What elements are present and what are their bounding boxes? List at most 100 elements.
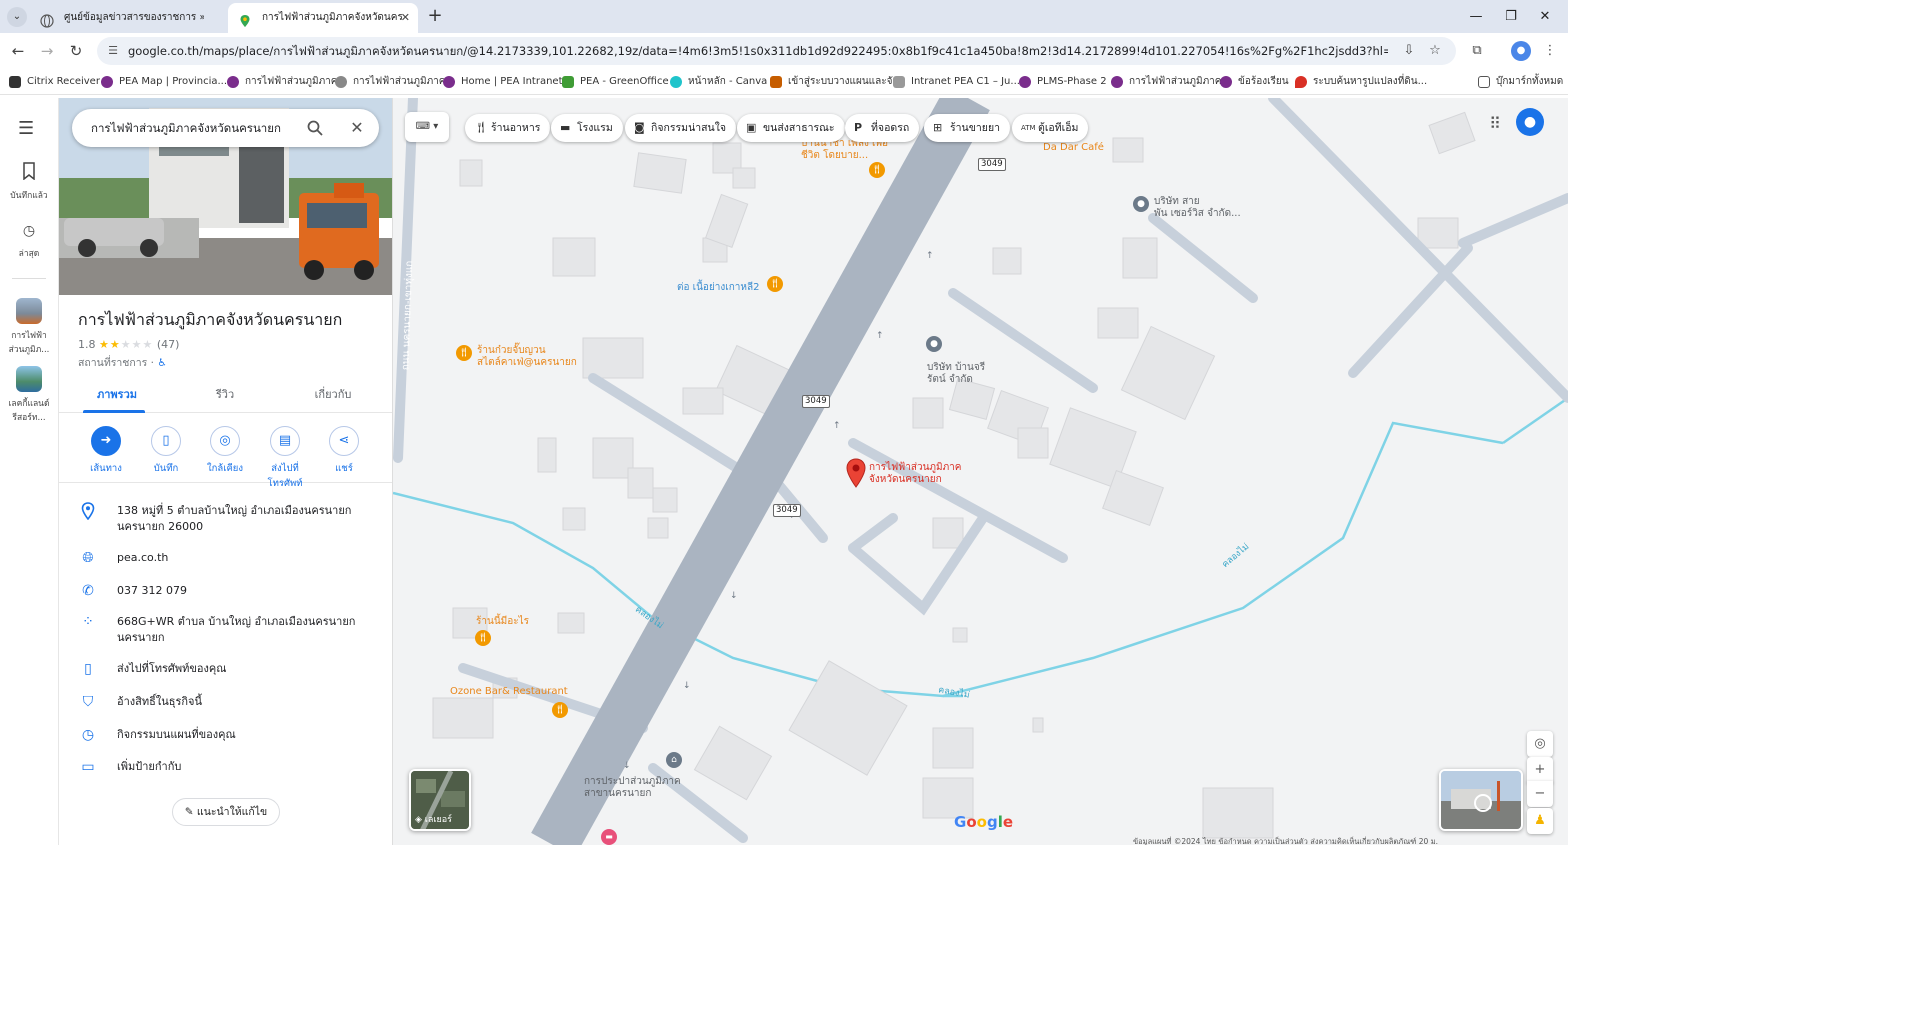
tab-about[interactable]: เกี่ยวกับ <box>278 385 388 403</box>
close-icon[interactable]: ✕ <box>401 3 410 33</box>
address-bar[interactable]: ☰ google.co.th/maps/place/การไฟฟ้าส่วนภู… <box>97 37 1456 65</box>
government-building-icon[interactable]: ⌂ <box>666 752 682 768</box>
tab-title: การไฟฟ้าส่วนภูมิภาคจังหวัดนครนายก <box>262 12 402 23</box>
profile-avatar[interactable]: ● <box>1511 41 1531 61</box>
action-buttons: ➜ เส้นทาง ▯ บันทึก ◎ ใกล้เคียง ▤ ส่งไปที… <box>59 423 392 489</box>
tab-overview[interactable]: ภาพรวม <box>62 385 172 403</box>
bookmark-star-icon[interactable]: ☆ <box>1426 42 1444 60</box>
extensions-icon[interactable]: ⧉ <box>1467 41 1487 61</box>
google-apps-icon[interactable]: ⠿ <box>1485 114 1505 134</box>
place-thumbnail <box>16 298 42 324</box>
bookmark-icon <box>893 76 905 88</box>
restaurant-icon[interactable]: 🍴︎ <box>869 162 885 178</box>
place-title: การไฟฟ้าส่วนภูมิภาคจังหวัดนครนายก <box>78 310 343 329</box>
bookmark-item[interactable]: การไฟฟ้าส่วนภูมิภาค <box>227 74 337 90</box>
chip-attractions[interactable]: ◙ กิจกรรมน่าสนใจ <box>625 114 737 142</box>
send-to-phone-button[interactable]: ▤ ส่งไปที่โทรศัพท์ <box>255 423 315 491</box>
poi-dadar-cafe[interactable]: Da Dar Café <box>1043 142 1104 154</box>
site-info-icon[interactable]: ☰ <box>105 43 121 59</box>
browser-toolbar: ← → ↻ ☰ google.co.th/maps/place/การไฟฟ้า… <box>0 33 1568 69</box>
layers-button[interactable]: ◈ เลเยอร์ <box>409 769 471 831</box>
my-location-button[interactable]: ◎ <box>1527 731 1553 757</box>
bookmark-item[interactable]: Intranet PEA C1 – Ju... <box>893 74 1020 90</box>
bookmark-item[interactable]: Home | PEA Intranet <box>443 74 562 90</box>
selected-place-label[interactable]: การไฟฟ้าส่วนภูมิภาค จังหวัดนครนายก <box>869 462 961 486</box>
restaurant-icon[interactable]: 🍴︎ <box>475 630 491 646</box>
tab-search-button[interactable]: ⌄ <box>7 7 27 27</box>
poi-company-2[interactable]: บริษัท บ้านจรี รัตน์ จำกัด <box>927 362 985 386</box>
rail-saved[interactable]: บันทึกแล้ว <box>4 162 54 202</box>
bookmark-item[interactable]: ระบบค้นหารูปแปลงที่ดิน... <box>1295 74 1427 90</box>
pegman-icon[interactable]: ♟ <box>1527 808 1553 834</box>
restaurant-icon[interactable]: 🍴︎ <box>552 702 568 718</box>
bookmark-item[interactable]: ข้อร้องเรียน <box>1220 74 1289 90</box>
chip-hotels[interactable]: ▬ โรงแรม <box>551 114 623 142</box>
rating-stars-icon: ★★★★★ <box>99 338 154 351</box>
reload-button[interactable]: ↻ <box>66 41 86 61</box>
suggest-edit-button[interactable]: ✎ แนะนำให้แก้ไข <box>172 798 280 826</box>
account-avatar[interactable]: ● <box>1516 108 1544 136</box>
review-count[interactable]: (47) <box>157 338 180 351</box>
poi-ozone-bar[interactable]: Ozone Bar& Restaurant <box>450 686 568 698</box>
save-button[interactable]: ▯ บันทึก <box>136 423 196 476</box>
back-button[interactable]: ← <box>8 41 28 61</box>
hamburger-menu-icon[interactable]: ☰ <box>18 118 34 139</box>
restaurant-icon[interactable]: 🍴︎ <box>456 345 472 361</box>
phone-send-icon: ▤ <box>270 426 300 456</box>
search-box[interactable]: การไฟฟ้าส่วนภูมิภาคจังหวัดนครนายก ✕ <box>72 109 379 147</box>
input-tools-button[interactable]: ⌨ ▾ <box>405 112 449 142</box>
menu-kebab-icon[interactable]: ⋮ <box>1540 41 1560 61</box>
tab-reviews[interactable]: รีวิว <box>170 385 280 403</box>
globe-icon <box>40 11 54 28</box>
bookmark-item[interactable]: การไฟฟ้าส่วนภูมิภาค <box>1111 74 1221 90</box>
browser-tab-1[interactable]: ศูนย์ข้อมูลข่าวสารของราชการ » PEA <box>30 3 226 33</box>
maps-app: ☰ บันทึกแล้ว ◷ ล่าสุด การไฟฟ้า ส่วนภูมิภ… <box>0 98 1568 845</box>
chip-parking[interactable]: P ที่จอดรถ <box>845 114 920 142</box>
zoom-in-button[interactable]: + <box>1527 757 1553 783</box>
bookmark-item[interactable]: PEA Map | Provincia... <box>101 74 227 90</box>
install-app-icon[interactable]: ⇩ <box>1400 42 1418 60</box>
chip-atm[interactable]: ATM ตู้เอทีเอ็ม <box>1012 114 1089 142</box>
poi-company-1[interactable]: บริษัท สาย พัน เซอร์วิส จำกัด... <box>1154 196 1241 220</box>
poi-eatery[interactable]: ร้านนี้มีอะไร <box>476 616 529 628</box>
poi-korean-bbq[interactable]: ต่อ เนื้อย่างเกาหลี2 <box>677 282 759 294</box>
street-view-thumbnail[interactable] <box>1439 769 1523 831</box>
share-button[interactable]: ⋖ แชร์ <box>314 423 374 476</box>
chip-pharmacy[interactable]: ⊞ ร้านขายยา <box>924 114 1010 142</box>
restaurant-icon[interactable]: 🍴︎ <box>767 276 783 292</box>
zoom-out-button[interactable]: − <box>1527 781 1553 807</box>
bookmark-icon <box>1220 76 1232 88</box>
chip-restaurants[interactable]: 🍴︎ ร้านอาหาร <box>465 114 551 142</box>
poi-waterworks[interactable]: การประปาส่วนภูมิภาค สาขานครนายก <box>584 776 681 800</box>
nearby-button[interactable]: ◎ ใกล้เคียง <box>195 423 255 476</box>
bookmark-item[interactable]: PEA - GreenOffice <box>562 74 669 90</box>
directions-button[interactable]: ➜ เส้นทาง <box>76 423 136 476</box>
business-pin-icon[interactable]: ● <box>1133 196 1149 212</box>
bookmark-item[interactable]: PLMS-Phase 2 <box>1019 74 1107 90</box>
phone-number[interactable]: 037 312 079 <box>117 583 379 599</box>
browser-tab-2[interactable]: การไฟฟ้าส่วนภูมิภาคจังหวัดนครนายก ✕ <box>228 3 418 33</box>
window-close-button[interactable]: ✕ <box>1522 0 1568 33</box>
forward-button[interactable]: → <box>37 41 57 61</box>
poi-noodle-cafe[interactable]: ร้านก๋วยจั๊บญวน สไตล์คาเฟ่@นครนายก <box>477 345 577 369</box>
bookmark-item[interactable]: เข้าสู่ระบบวางแผนและจั... <box>770 74 902 90</box>
bookmark-item[interactable]: การไฟฟ้าส่วนภูมิภาค <box>335 74 445 90</box>
chip-transit[interactable]: ▣ ขนส่งสาธารณะ <box>737 114 845 142</box>
business-pin-icon[interactable]: ● <box>926 336 942 352</box>
rail-recent[interactable]: ◷ ล่าสุด <box>4 220 54 260</box>
bookmark-item[interactable]: Citrix Receiver <box>9 74 100 90</box>
search-icon[interactable] <box>303 116 327 140</box>
search-input[interactable]: การไฟฟ้าส่วนภูมิภาคจังหวัดนครนายก <box>91 120 281 138</box>
clear-search-icon[interactable]: ✕ <box>345 116 369 140</box>
all-bookmarks[interactable]: บุ๊กมาร์กทั้งหมด <box>1478 74 1563 90</box>
new-tab-button[interactable]: + <box>425 5 445 27</box>
place-photo[interactable]: การไฟฟ้าส่วนภูมิภาคจังหวัดนครนายก ✕ <box>59 98 392 295</box>
bookmark-item[interactable]: หน้าหลัก - Canva <box>670 74 767 90</box>
map-canvas[interactable]: ↑ ↑ ↑ ↑ ↓ ↓ ↓ 3049 3049 3049 ถนน นครนายก… <box>393 98 1568 845</box>
hotel-icon[interactable]: ▬ <box>601 829 617 845</box>
directions-icon: ➜ <box>91 426 121 456</box>
recent-place-1[interactable]: การไฟฟ้า ส่วนภูมิภ... <box>4 298 54 356</box>
rating-row[interactable]: 1.8 ★★★★★ (47) <box>78 338 179 351</box>
recent-place-2[interactable]: เลคกี้แลนด์ รีสอร์ท... <box>4 366 54 424</box>
website-link[interactable]: pea.co.th <box>117 550 379 566</box>
